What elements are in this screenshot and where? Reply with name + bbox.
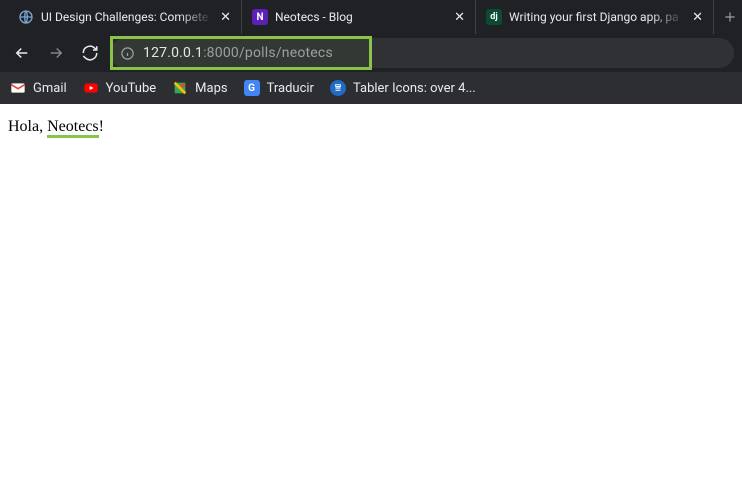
bookmark-label: Gmail [33, 81, 67, 96]
reload-button[interactable] [76, 39, 104, 67]
site-info-icon[interactable] [120, 46, 135, 61]
gmail-icon [10, 80, 26, 96]
greeting-prefix: Hola, [8, 118, 47, 135]
greeting-name: Neotecs [47, 118, 99, 138]
greeting-suffix: ! [99, 118, 104, 135]
translate-icon: G [244, 80, 260, 96]
tab-title: Neotecs - Blog [275, 10, 447, 24]
tab-title: UI Design Challenges: Compete [41, 10, 213, 24]
url-path: :8000/polls/neotecs [203, 45, 333, 61]
tab-django[interactable]: dj Writing your first Django app, pa ✕ [476, 0, 714, 34]
url-text: 127.0.0.1:8000/polls/neotecs [143, 45, 333, 61]
tab-close-button[interactable]: ✕ [454, 11, 465, 24]
url-host: 127.0.0.1 [143, 45, 203, 61]
back-button[interactable] [8, 39, 36, 67]
bookmark-maps[interactable]: Maps [172, 80, 227, 96]
tab-strip: UI Design Challenges: Compete ✕ N Neotec… [0, 0, 742, 34]
toolbar: 127.0.0.1:8000/polls/neotecs [0, 34, 742, 72]
tab-ui-design[interactable]: UI Design Challenges: Compete ✕ [8, 0, 242, 34]
tab-neotecs[interactable]: N Neotecs - Blog ✕ [242, 0, 476, 34]
tabler-icon [330, 80, 346, 96]
bookmark-label: Maps [195, 81, 227, 96]
django-favicon: dj [486, 9, 502, 25]
bookmark-tabler[interactable]: Tabler Icons: over 4... [330, 80, 476, 96]
globe-favicon [18, 9, 34, 25]
new-tab-button[interactable] [718, 3, 742, 31]
forward-button[interactable] [42, 39, 70, 67]
tab-close-button[interactable]: ✕ [220, 11, 231, 24]
maps-icon [172, 80, 188, 96]
bookmark-label: Tabler Icons: over 4... [353, 81, 476, 96]
page-body: Hola, Neotecs! [0, 104, 742, 150]
bookmark-youtube[interactable]: YouTube [83, 80, 157, 96]
bookmark-label: Traducir [267, 81, 314, 96]
bookmark-traducir[interactable]: G Traducir [244, 80, 314, 96]
bookmark-gmail[interactable]: Gmail [10, 80, 67, 96]
bookmark-label: YouTube [106, 81, 157, 96]
address-bar[interactable]: 127.0.0.1:8000/polls/neotecs [110, 38, 734, 68]
youtube-icon [83, 80, 99, 96]
neotecs-favicon: N [252, 9, 268, 25]
bookmarks-bar: Gmail YouTube Maps G Traducir Tabler Ico… [0, 72, 742, 104]
tab-close-button[interactable]: ✕ [692, 11, 703, 24]
tab-title: Writing your first Django app, pa [509, 10, 685, 24]
